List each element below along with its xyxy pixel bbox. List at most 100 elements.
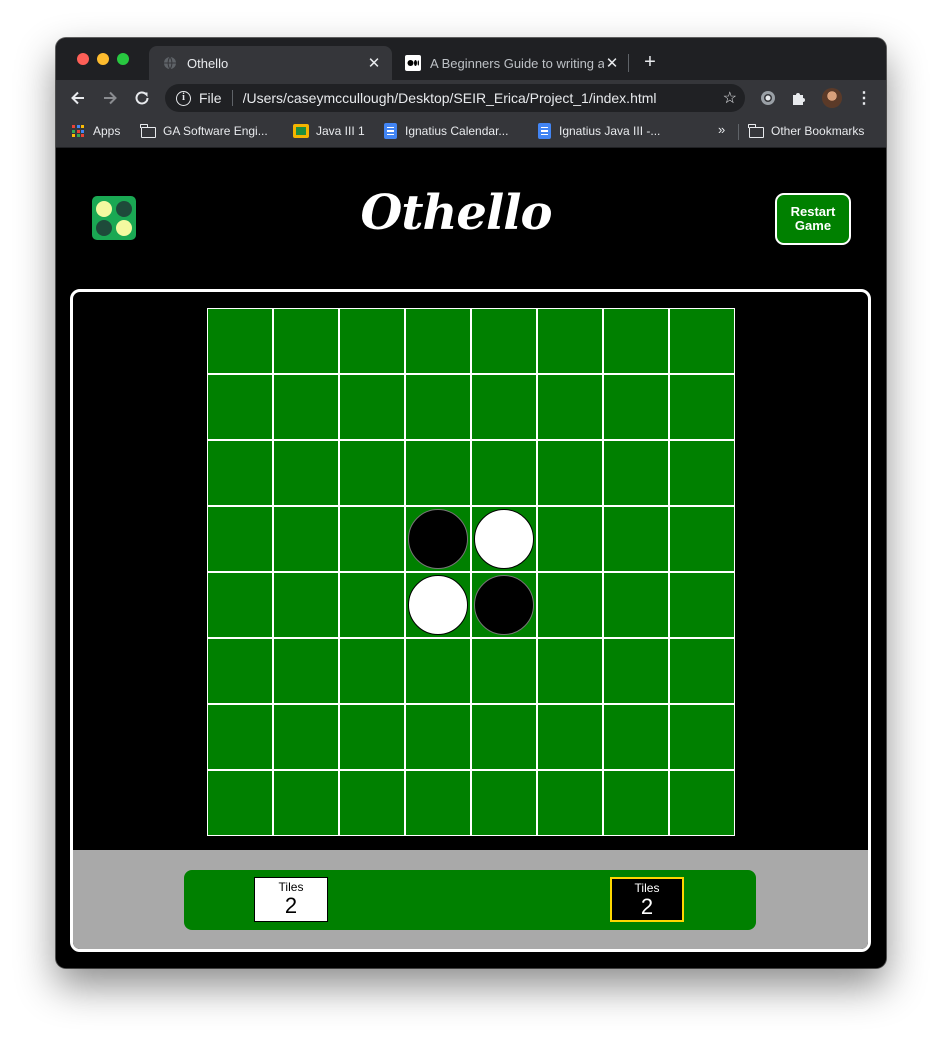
board-cell[interactable] <box>405 572 471 638</box>
board-cell[interactable] <box>537 308 603 374</box>
board-cell[interactable] <box>471 440 537 506</box>
board-cell[interactable] <box>339 440 405 506</box>
board-cell[interactable] <box>273 506 339 572</box>
bookmark-other-bookmarks[interactable]: Other Bookmarks <box>748 116 864 146</box>
board-cell[interactable] <box>537 638 603 704</box>
board-cell[interactable] <box>273 440 339 506</box>
board-cell[interactable] <box>471 374 537 440</box>
board-cell[interactable] <box>273 374 339 440</box>
board-cell[interactable] <box>603 572 669 638</box>
board-cell[interactable] <box>273 638 339 704</box>
board-cell[interactable] <box>471 770 537 836</box>
url-scheme: File <box>199 90 222 106</box>
board-cell[interactable] <box>537 440 603 506</box>
board-cell[interactable] <box>207 308 273 374</box>
board-cell[interactable] <box>471 638 537 704</box>
back-arrow-icon[interactable] <box>66 86 90 110</box>
new-tab-icon[interactable]: + <box>640 50 660 74</box>
board-cell[interactable] <box>273 704 339 770</box>
board-cell[interactable] <box>603 770 669 836</box>
forward-arrow-icon[interactable] <box>98 86 122 110</box>
board-cell[interactable] <box>339 638 405 704</box>
score-area: Tiles 2 Tiles 2 <box>73 850 868 949</box>
close-tab-icon[interactable]: ✕ <box>366 54 382 72</box>
bookmark-star-icon[interactable]: ☆ <box>723 88 737 108</box>
board-cell[interactable] <box>339 506 405 572</box>
board-cell[interactable] <box>405 440 471 506</box>
profile-avatar[interactable] <box>822 88 842 108</box>
board-cell[interactable] <box>405 770 471 836</box>
bookmarks-overflow-chevron-icon[interactable]: » <box>718 122 725 137</box>
globe-icon <box>162 55 178 71</box>
board-cell[interactable] <box>405 506 471 572</box>
url-text[interactable]: /Users/caseymccullough/Desktop/SEIR_Eric… <box>243 90 723 106</box>
tab-beginners-guide[interactable]: A Beginners Guide to writing a ✕ <box>392 46 630 80</box>
board-cell[interactable] <box>207 704 273 770</box>
board-cell[interactable] <box>603 308 669 374</box>
board-cell[interactable] <box>669 374 735 440</box>
board-cell[interactable] <box>603 638 669 704</box>
white-player-score: Tiles 2 <box>254 877 328 922</box>
board-cell[interactable] <box>669 638 735 704</box>
extension-circle-icon[interactable] <box>758 88 778 108</box>
board-cell[interactable] <box>537 704 603 770</box>
tab-othello[interactable]: Othello ✕ <box>149 46 392 80</box>
board-cell[interactable] <box>207 770 273 836</box>
board-cell[interactable] <box>339 770 405 836</box>
bookmark-label: Apps <box>93 124 121 138</box>
board-cell[interactable] <box>537 506 603 572</box>
address-bar[interactable]: i File /Users/caseymccullough/Desktop/SE… <box>165 84 745 112</box>
board-cell[interactable] <box>537 374 603 440</box>
board-cell[interactable] <box>405 638 471 704</box>
bookmark-apps[interactable]: Apps <box>70 116 120 146</box>
board-cell[interactable] <box>339 572 405 638</box>
reload-icon[interactable] <box>130 86 154 110</box>
board-cell[interactable] <box>669 308 735 374</box>
logo-disc-light <box>116 220 132 236</box>
restart-game-button[interactable]: Restart Game <box>775 193 851 245</box>
close-window-button[interactable] <box>77 53 89 65</box>
minimize-window-button[interactable] <box>97 53 109 65</box>
board-cell[interactable] <box>669 770 735 836</box>
board-cell[interactable] <box>207 440 273 506</box>
board-cell[interactable] <box>471 308 537 374</box>
board-cell[interactable] <box>471 704 537 770</box>
page-title: Othello <box>360 185 553 241</box>
board-cell[interactable] <box>207 374 273 440</box>
board-cell[interactable] <box>273 770 339 836</box>
board-cell[interactable] <box>339 308 405 374</box>
board-cell[interactable] <box>339 704 405 770</box>
bookmark-ignatius-calendar[interactable]: Ignatius Calendar... <box>382 116 508 146</box>
close-tab-icon[interactable]: ✕ <box>604 54 620 72</box>
bookmark-ga-software[interactable]: GA Software Engi... <box>140 116 268 146</box>
maximize-window-button[interactable] <box>117 53 129 65</box>
board-cell[interactable] <box>603 440 669 506</box>
board-cell[interactable] <box>471 506 537 572</box>
board-cell[interactable] <box>603 506 669 572</box>
board-cell[interactable] <box>603 704 669 770</box>
board-cell[interactable] <box>273 572 339 638</box>
board-cell[interactable] <box>405 308 471 374</box>
info-icon[interactable]: i <box>176 90 191 106</box>
board-cell[interactable] <box>339 374 405 440</box>
board-cell[interactable] <box>537 572 603 638</box>
bookmark-java-iii-1[interactable]: Java III 1 <box>293 116 365 146</box>
board-cell[interactable] <box>207 572 273 638</box>
board-cell[interactable] <box>405 374 471 440</box>
board-cell[interactable] <box>669 440 735 506</box>
board-cell[interactable] <box>273 308 339 374</box>
extensions-puzzle-icon[interactable] <box>789 88 809 108</box>
bookmark-ignatius-java[interactable]: Ignatius Java III -... <box>536 116 660 146</box>
board-cell[interactable] <box>537 770 603 836</box>
board-cell[interactable] <box>207 638 273 704</box>
board-cell[interactable] <box>603 374 669 440</box>
board-cell[interactable] <box>669 704 735 770</box>
board-cell[interactable] <box>669 506 735 572</box>
board-cell[interactable] <box>207 506 273 572</box>
board-cell[interactable] <box>471 572 537 638</box>
board-cell[interactable] <box>405 704 471 770</box>
menu-dots-icon[interactable]: ⋮ <box>854 88 874 108</box>
bookmark-label: Ignatius Java III -... <box>559 124 661 138</box>
board-cell[interactable] <box>669 572 735 638</box>
bookmark-label: GA Software Engi... <box>163 124 268 138</box>
